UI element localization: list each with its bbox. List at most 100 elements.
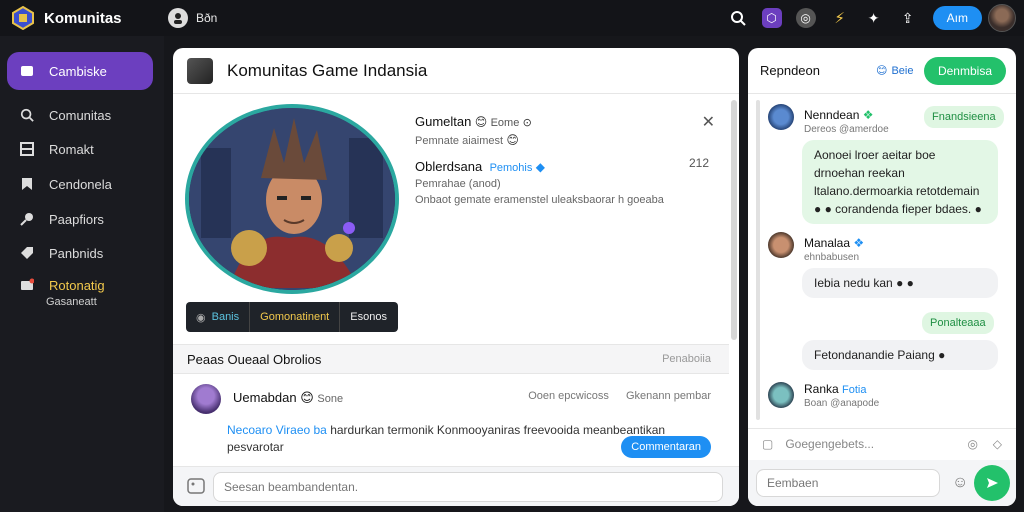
chat-bubble: Fetondanandie Paiang ● [802, 340, 998, 370]
top-bar: Komunitas Bðn ⬡ ◎ ⚡ ✦ ⇪ Aım [0, 0, 1024, 36]
post-action-button[interactable]: Commentaran [621, 436, 711, 458]
folder-icon [19, 277, 35, 293]
chat-status: 😊 Beie [876, 64, 914, 78]
send-button[interactable] [974, 465, 1010, 501]
user-avatar [168, 8, 188, 28]
profile-avatar[interactable] [988, 4, 1016, 32]
community-thumbnail [187, 57, 213, 84]
chat-composer: Eembaen ☺ [748, 460, 1016, 506]
chat-pill[interactable]: Fnandsieena [924, 106, 1004, 128]
verified-icon: ◆ [535, 160, 545, 174]
chat-author-sub: Boan @anapode [804, 398, 880, 409]
sidebar-item-label: Paapfiors [49, 211, 104, 227]
bolt-icon[interactable]: ⚡ [823, 0, 857, 36]
home-icon [19, 63, 35, 79]
chat-pill[interactable]: Ponalteaaa [922, 312, 994, 334]
stat-gomonatinent[interactable]: Gomonatinent [250, 302, 341, 332]
emoji-icon: 😊 [506, 133, 519, 147]
info-tag-2[interactable]: Pemohis [490, 162, 533, 174]
info-icon: ⊙ [522, 117, 532, 129]
chat-author: Nenndean ❖ [804, 108, 874, 122]
info-subline: Pemnate aiaimest [415, 135, 504, 147]
user-label: Bðn [196, 11, 218, 25]
image-icon[interactable] [187, 477, 205, 495]
composer: Seesan beambandentan. [173, 466, 739, 506]
brand[interactable]: Komunitas [0, 5, 160, 31]
gamepad-icon[interactable]: ✦ [857, 0, 891, 36]
post: Uemabdan 😊 Sone Ooen epcwicoss Gkenann p… [173, 378, 729, 468]
page-title: Komunitas Game Indansia [227, 60, 428, 80]
chat-input[interactable]: Eembaen [756, 469, 940, 497]
info-line-5: Onbaot gemate eramenstel uleaksbaorar h … [415, 194, 664, 206]
chat-header: Repndeon 😊 Beie Denmbisa [748, 48, 1016, 94]
chat-tools-input[interactable]: Goegengebets... [785, 437, 874, 451]
emoji-icon: 😊 [300, 390, 314, 405]
location-icon[interactable]: ◎ [968, 437, 978, 451]
top-user[interactable]: Bðn [168, 8, 217, 28]
image-icon[interactable]: ▢ [762, 437, 773, 451]
emoji-icon[interactable]: ☺ [952, 474, 968, 492]
sidebar-sub-label: Gasaneatt [46, 296, 97, 308]
scrollbar[interactable] [731, 100, 737, 340]
section-title: Peaas Oueaal Obrolios [187, 351, 322, 367]
chat-scrollbar[interactable] [756, 100, 760, 420]
chat-bubble: Iebia nedu kan ● ● [802, 268, 998, 298]
globe-icon[interactable]: ◎ [789, 0, 823, 36]
info-name: Gumeltan [415, 114, 472, 129]
info-line-4: Pemrahae (anod) [415, 178, 501, 190]
sidebar-item-label: Rotonatig [49, 277, 105, 293]
chat-tools: ▢ Goegengebets... ◎ ◇ [748, 428, 1016, 458]
sidebar-item-label: Cendonela [49, 176, 112, 192]
post-avatar[interactable] [191, 384, 221, 414]
search-icon[interactable] [721, 0, 755, 36]
hero-image [185, 104, 399, 294]
main-panel: Komunitas Game Indansia ◉ Banis Gomonati… [173, 48, 739, 506]
bookmark-icon [19, 176, 35, 192]
upload-icon[interactable]: ⇪ [891, 0, 925, 36]
tag-icon [19, 245, 35, 261]
chat-avatar[interactable] [768, 232, 794, 258]
sidebar-item-comunitas[interactable]: Comunitas [7, 100, 157, 130]
chat-author: Ranka Fotia [804, 382, 867, 396]
sidebar-item-active[interactable]: Cambiske [7, 52, 153, 90]
sidebar-item-panbnids[interactable]: Panbnids [7, 238, 157, 268]
close-icon[interactable]: ✕ [702, 112, 715, 132]
stat-banis[interactable]: ◉ Banis [186, 302, 251, 332]
chat-author-sub: ehnbabusen [804, 252, 860, 263]
chat-avatar[interactable] [768, 382, 794, 408]
grid-icon [19, 141, 35, 157]
chat-author-sub: Dereos @amerdoe [804, 124, 889, 135]
sidebar: Cambiske Comunitas Romakt Cendonela Paap… [0, 36, 164, 512]
sidebar-item-paapfiors[interactable]: Paapfiors [7, 204, 157, 234]
post-meta: Ooen epcwicoss Gkenann pembar [528, 390, 711, 402]
tag-icon[interactable]: ◇ [993, 437, 1002, 451]
search-icon [19, 107, 35, 123]
eye-icon: ◉ [196, 311, 206, 324]
sidebar-item-label: Romakt [49, 141, 94, 157]
community-info: Gumeltan 😊 Eome ⊙ Pemnate aiaimest 😊 Obl… [415, 114, 715, 206]
sidebar-item-romakt[interactable]: Romakt [7, 134, 157, 164]
chat-action-button[interactable]: Denmbisa [923, 57, 1006, 85]
comment-input[interactable]: Seesan beambandentan. [213, 472, 723, 502]
emoji-icon: 😊 [474, 115, 488, 129]
chat-avatar[interactable] [768, 104, 794, 130]
sidebar-item-label: Comunitas [49, 107, 112, 123]
shield-icon[interactable]: ⬡ [755, 0, 789, 36]
key-icon [19, 211, 35, 227]
stat-esonos[interactable]: Esonos [340, 302, 397, 332]
brand-name: Komunitas [44, 9, 122, 27]
main-header: Komunitas Game Indansia [173, 48, 739, 94]
section-link[interactable]: Penaboiia [662, 353, 711, 365]
info-count: 212 [688, 156, 709, 170]
stats-bar: ◉ Banis Gomonatinent Esonos [186, 302, 398, 332]
sidebar-item-cendonela[interactable]: Cendonela [7, 169, 157, 199]
login-button[interactable]: Aım [932, 6, 982, 30]
sidebar-item-label: Panbnids [49, 245, 104, 261]
chat-panel: Repndeon 😊 Beie Denmbisa Nenndean ❖ Dere… [748, 48, 1016, 506]
sidebar-item-label: Cambiske [49, 63, 107, 79]
info-name-2: Oblerdsana [415, 159, 483, 174]
chat-author: Manalaa ❖ [804, 236, 865, 250]
chat-bubble: Aonoei lroer aeitar boe drnoehan reekan … [802, 140, 998, 224]
brand-logo [10, 5, 36, 31]
info-tag: Eome [490, 117, 520, 129]
